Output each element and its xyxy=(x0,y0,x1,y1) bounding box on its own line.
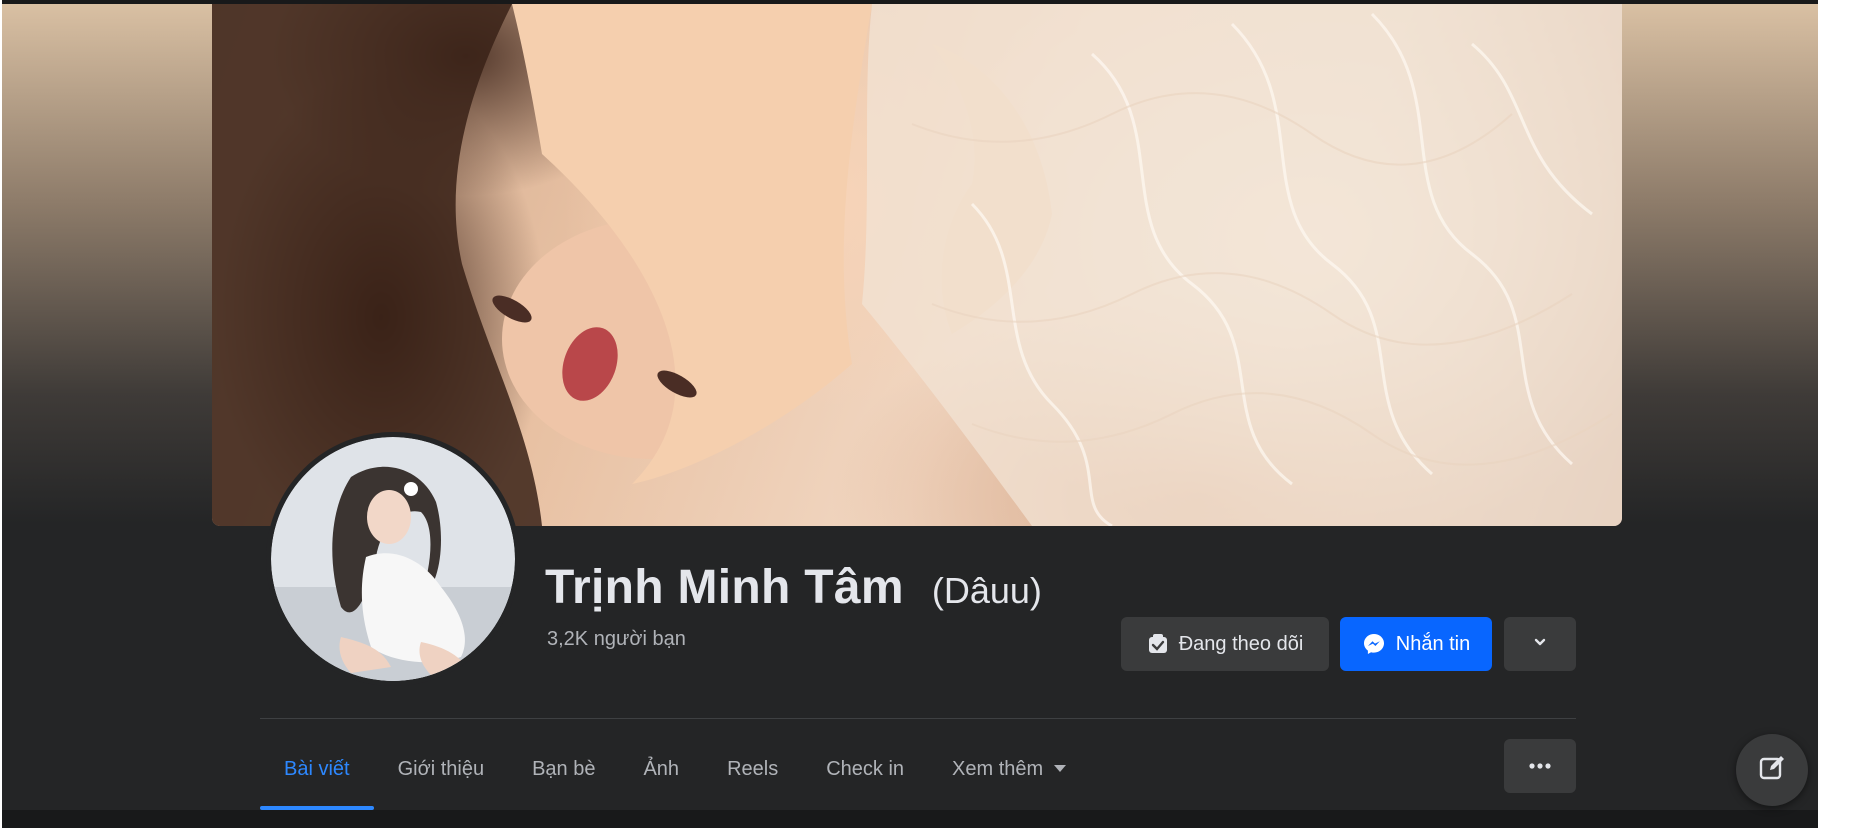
message-label: Nhắn tin xyxy=(1395,632,1471,655)
tab-friends[interactable]: Bạn bè xyxy=(508,728,619,810)
window-edge xyxy=(1818,0,1832,828)
tab-label: Xem thêm xyxy=(952,757,1044,780)
profile-nickname: (Dâuu) xyxy=(931,570,1042,611)
messenger-icon xyxy=(1362,632,1386,656)
profile-name-row: Trịnh Minh Tâm (Dâuu) xyxy=(545,560,1042,615)
header-divider xyxy=(260,718,1576,719)
tab-posts[interactable]: Bài viết xyxy=(260,728,374,810)
following-label: Đang theo dõi xyxy=(1178,632,1304,655)
more-actions-button[interactable] xyxy=(1504,617,1576,671)
profile-name: Trịnh Minh Tâm xyxy=(545,561,904,614)
compose-button[interactable] xyxy=(1736,734,1808,806)
tab-label: Reels xyxy=(727,757,779,780)
tab-about[interactable]: Giới thiệu xyxy=(374,728,508,810)
tab-label: Bài viết xyxy=(284,757,350,780)
following-check-icon xyxy=(1147,633,1169,655)
content-area-edge xyxy=(2,810,1832,828)
tab-label: Ảnh xyxy=(643,757,680,780)
following-button[interactable]: Đang theo dõi xyxy=(1121,617,1329,671)
ellipsis-icon xyxy=(1528,757,1552,775)
tab-label: Check in xyxy=(826,757,905,780)
tab-check-in[interactable]: Check in xyxy=(802,728,928,810)
chevron-down-icon xyxy=(1532,633,1548,656)
tab-label: Bạn bè xyxy=(532,757,596,780)
tab-options-button[interactable] xyxy=(1504,739,1576,793)
message-button[interactable]: Nhắn tin xyxy=(1340,617,1492,671)
tab-photos[interactable]: Ảnh xyxy=(619,728,703,810)
profile-tabs: Bài viết Giới thiệu Bạn bè Ảnh Reels Che… xyxy=(260,728,1091,810)
profile-avatar[interactable] xyxy=(266,432,520,686)
tab-more[interactable]: Xem thêm xyxy=(928,728,1091,810)
caret-down-icon xyxy=(1053,764,1067,774)
profile-page: Trịnh Minh Tâm (Dâuu) 3,2K người bạn Đan… xyxy=(2,0,1832,828)
tab-label: Giới thiệu xyxy=(397,757,485,780)
tab-reels[interactable]: Reels xyxy=(703,728,802,810)
friends-count[interactable]: 3,2K người bạn xyxy=(547,628,686,651)
edit-icon xyxy=(1757,753,1787,788)
